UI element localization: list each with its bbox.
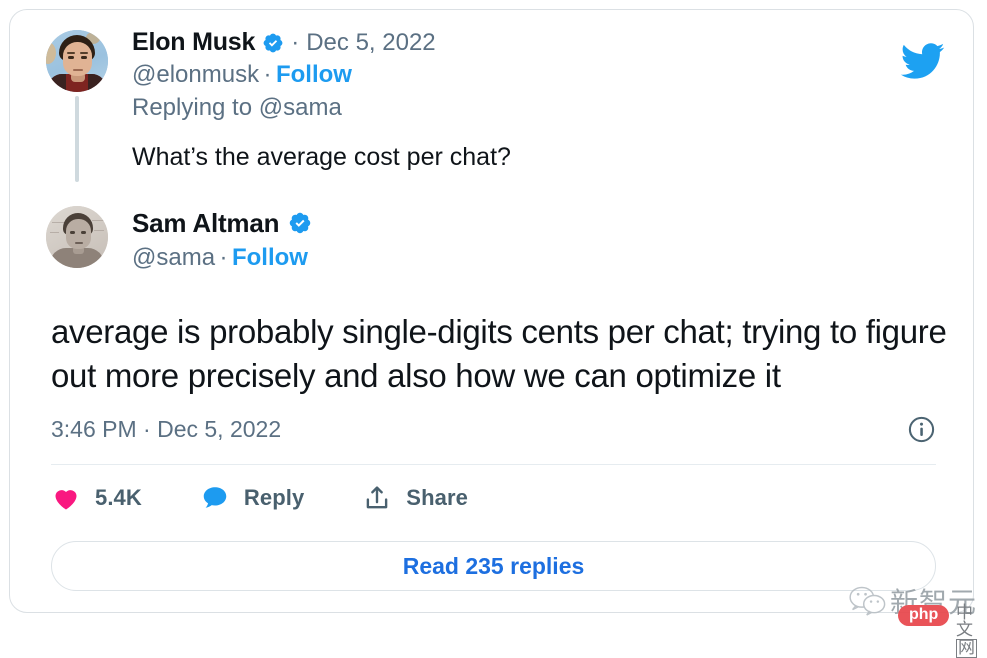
tweet-card: Elon Musk · Dec 5, 2022 @elonmusk · Foll… (9, 9, 974, 613)
share-icon (366, 486, 388, 509)
tweet-timestamp: 3:46 PM · Dec 5, 2022 (51, 416, 282, 442)
parent-follow-link[interactable]: Follow (276, 61, 352, 88)
heart-icon (55, 490, 77, 510)
main-author-block: Sam Altman @sama · Follow (132, 206, 946, 270)
parent-meta-dot: · (291, 28, 300, 56)
timestamp-row: 3:46 PM · Dec 5, 2022 (51, 415, 936, 444)
watermark-chinese-suffix: 中文网 (955, 605, 977, 658)
share-label: Share (406, 485, 468, 510)
main-tweet-text: average is probably single-digits cents … (51, 313, 947, 394)
info-circle-icon[interactable] (907, 415, 936, 444)
parent-author-row: Elon Musk · Dec 5, 2022 (132, 30, 936, 55)
read-replies-label: Read 235 replies (402, 552, 585, 579)
main-handle-dot: · (219, 244, 228, 271)
thread-connector-line (75, 96, 79, 182)
share-action[interactable]: Share (362, 483, 468, 513)
like-action[interactable]: 5.4K (51, 483, 142, 513)
replying-to-label: Replying to @sama (132, 94, 342, 121)
main-tweet: Sam Altman @sama · Follow average is pro… (46, 206, 947, 394)
main-avatar-column (46, 206, 108, 268)
parent-tweet: Elon Musk · Dec 5, 2022 @elonmusk · Foll… (46, 30, 936, 182)
reply-bubble-icon (203, 487, 227, 508)
sam-altman-avatar[interactable] (46, 206, 108, 268)
verified-badge-icon (290, 212, 311, 234)
parent-handle[interactable]: @elonmusk (132, 61, 259, 88)
parent-tweet-body: Elon Musk · Dec 5, 2022 @elonmusk · Foll… (132, 30, 936, 173)
parent-handle-dot: · (263, 61, 272, 88)
main-author-row: Sam Altman (132, 210, 946, 236)
main-display-name[interactable]: Sam Altman (132, 210, 280, 236)
parent-display-name[interactable]: Elon Musk (132, 30, 255, 55)
elon-musk-avatar[interactable] (46, 30, 108, 92)
watermark-suffix-boxed: 网 (955, 638, 977, 658)
action-bar: 5.4K Reply Share (51, 483, 468, 513)
parent-avatar-column (46, 30, 108, 182)
parent-handle-row: @elonmusk · Follow (132, 63, 936, 87)
parent-tweet-text: What’s the average cost per chat? (132, 143, 511, 171)
read-replies-button[interactable]: Read 235 replies (51, 541, 936, 591)
main-handle-row: @sama · Follow (132, 246, 946, 270)
parent-date: Dec 5, 2022 (306, 28, 436, 56)
verified-badge-icon (263, 33, 283, 52)
main-follow-link[interactable]: Follow (232, 244, 308, 271)
divider (51, 464, 936, 465)
like-count: 5.4K (95, 485, 142, 510)
reply-action[interactable]: Reply (200, 483, 304, 513)
main-tweet-header: Sam Altman @sama · Follow (46, 206, 946, 282)
reply-label: Reply (243, 485, 305, 510)
main-handle[interactable]: @sama (132, 244, 215, 271)
